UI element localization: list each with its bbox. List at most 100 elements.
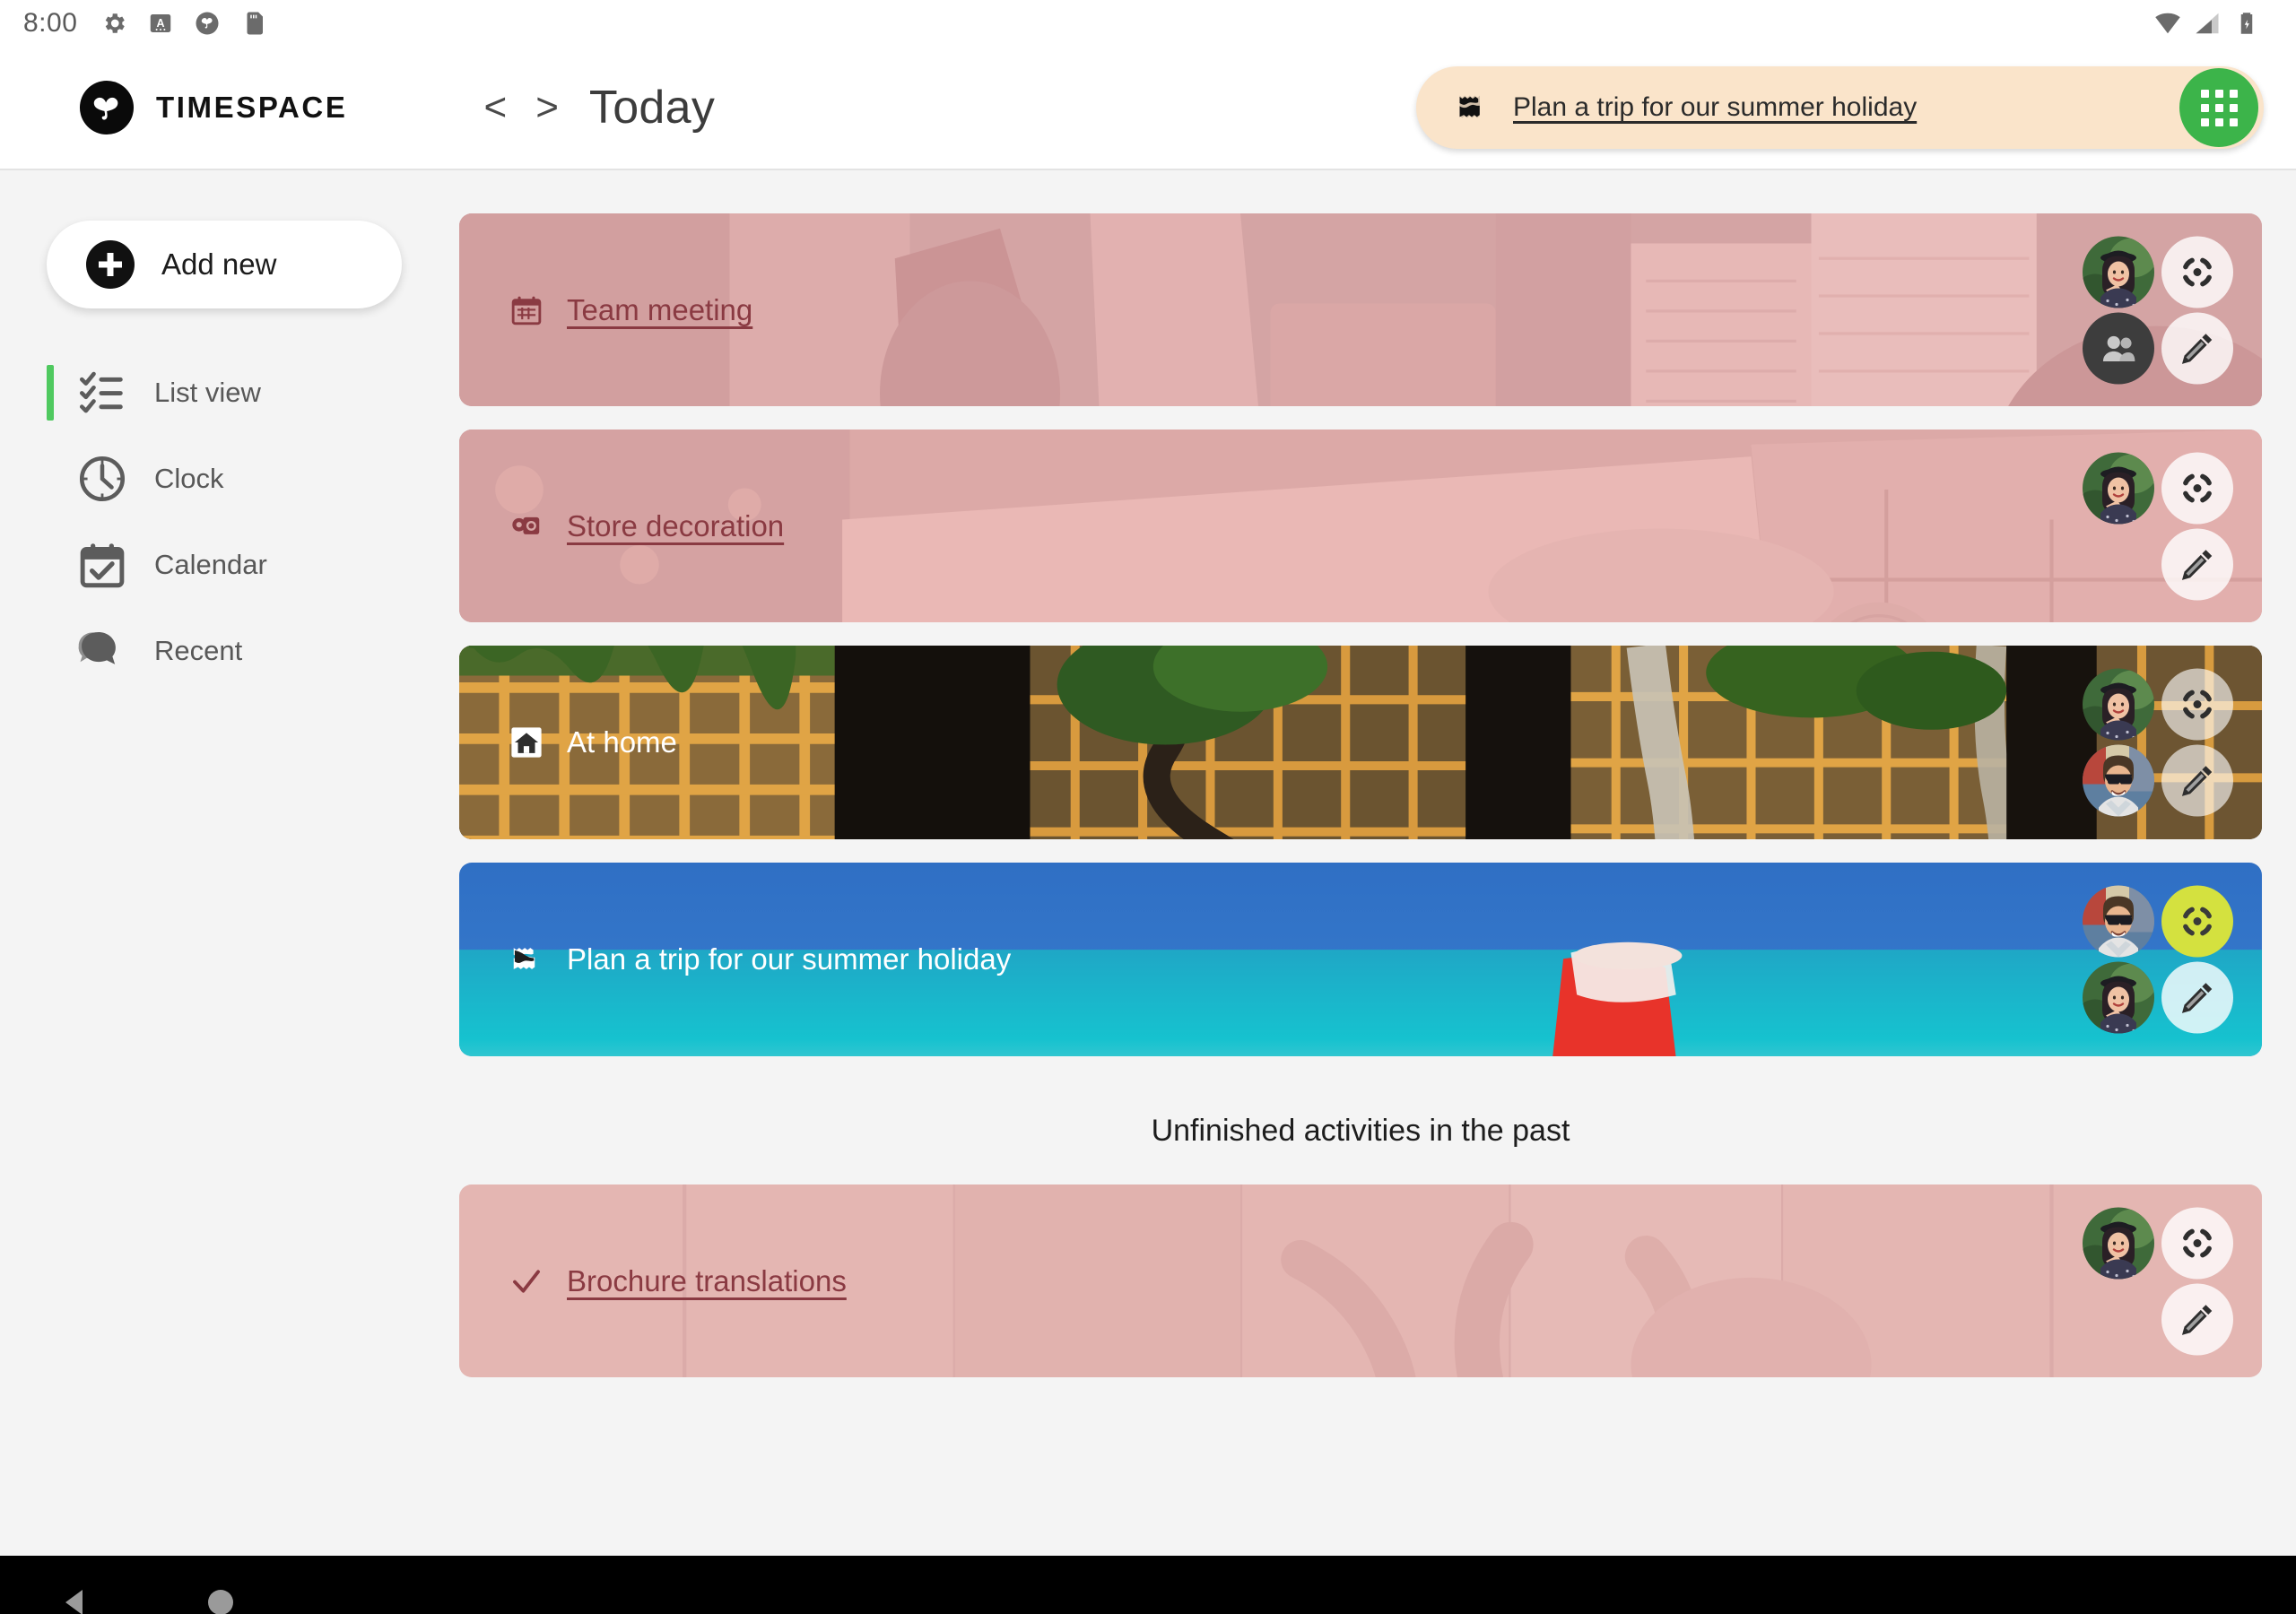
card-actions: [2083, 236, 2233, 384]
target-icon: [2183, 907, 2212, 936]
clock-icon: [79, 456, 126, 502]
focus-target-button-active[interactable]: [2161, 885, 2233, 958]
brand-name: TIMESPACE: [156, 91, 348, 124]
add-new-label: Add new: [161, 247, 277, 281]
text-input-icon: A: [151, 14, 171, 32]
avatar-woman-hat[interactable]: [2083, 236, 2154, 308]
sidebar-item-list-view[interactable]: List view: [47, 350, 459, 436]
activity-card-plan-a-trip[interactable]: Plan a trip for our summer holiday: [459, 863, 2262, 1056]
target-icon: [2183, 690, 2212, 719]
cellular-signal-icon: [2196, 13, 2219, 34]
avatar-image: [2083, 1207, 2154, 1279]
pencil-icon: [2181, 983, 2213, 1013]
card-actions: [2083, 1207, 2233, 1355]
sidebar-item-label: Calendar: [154, 549, 267, 580]
card-title[interactable]: Plan a trip for our summer holiday: [567, 942, 1011, 976]
chat-bubbles-icon: [78, 632, 116, 664]
activity-list: Team meeting Store decoration At home Pl…: [459, 170, 2296, 1556]
add-new-button[interactable]: Add new: [47, 221, 402, 308]
pencil-icon: [2181, 549, 2213, 580]
card-title[interactable]: Team meeting: [567, 293, 752, 327]
home-circle-icon[interactable]: [203, 1584, 239, 1614]
svg-text:A: A: [157, 17, 165, 30]
edit-button[interactable]: [2161, 961, 2233, 1034]
apps-grid-button[interactable]: [2179, 68, 2258, 147]
avatar-woman-hat[interactable]: [2083, 961, 2154, 1034]
edit-button[interactable]: [2161, 312, 2233, 384]
back-triangle-icon[interactable]: [56, 1583, 95, 1614]
card-actions: [2083, 885, 2233, 1034]
status-bar-left: 8:00 A: [23, 8, 267, 39]
activity-card-at-home[interactable]: At home: [459, 646, 2262, 839]
empty-slot: [2083, 528, 2154, 600]
participants-button[interactable]: [2083, 312, 2154, 384]
edit-button[interactable]: [2161, 1283, 2233, 1355]
card-title-group: Team meeting: [509, 293, 752, 327]
card-actions: [2083, 668, 2233, 817]
calendar-icon: [511, 296, 542, 325]
target-icon: [2183, 473, 2212, 502]
active-indicator: [47, 623, 54, 679]
app-header: TIMESPACE < > Today Plan a trip for our …: [0, 47, 2296, 170]
card-title[interactable]: Store decoration: [567, 509, 784, 543]
avatar-image: [2083, 744, 2154, 817]
apps-grid-icon: [2200, 89, 2238, 126]
avatar-man-sunglasses[interactable]: [2083, 744, 2154, 817]
target-icon: [2183, 257, 2212, 286]
activity-card-team-meeting[interactable]: Team meeting: [459, 213, 2262, 406]
status-bar-clock: 8:00: [23, 8, 78, 38]
banner-activity-title[interactable]: Plan a trip for our summer holiday: [1513, 92, 1917, 123]
sidebar-item-label: List view: [154, 377, 261, 408]
card-title[interactable]: Brochure translations: [567, 1264, 847, 1298]
card-title-group: Brochure translations: [509, 1264, 847, 1298]
gear-icon: [106, 13, 126, 33]
card-title-group: Plan a trip for our summer holiday: [509, 942, 1011, 976]
card-title[interactable]: At home: [567, 725, 677, 759]
avatar-image: [2083, 961, 2154, 1034]
avatar-man-sunglasses[interactable]: [2083, 885, 2154, 958]
past-section-title: Unfinished activities in the past: [1151, 1114, 1570, 1148]
timespace-app-icon: [196, 12, 219, 35]
sidebar: Add new List view Clock Calendar Recent: [0, 170, 459, 1556]
calendar-check-icon: [80, 543, 125, 588]
sidebar-item-clock[interactable]: Clock: [47, 436, 459, 522]
focus-target-button[interactable]: [2161, 452, 2233, 524]
timespace-logo-icon: [79, 80, 135, 135]
sidebar-item-calendar[interactable]: Calendar: [47, 522, 459, 608]
sidebar-item-label: Recent: [154, 635, 243, 666]
card-photo-garden-trellis: [459, 646, 2262, 839]
sidebar-item-recent[interactable]: Recent: [47, 608, 459, 694]
activity-card-store-decoration[interactable]: Store decoration: [459, 430, 2262, 622]
home-icon: [511, 727, 542, 758]
avatar-woman-hat[interactable]: [2083, 668, 2154, 741]
avatar-image: [2083, 885, 2154, 958]
pencil-icon: [2181, 1304, 2213, 1335]
prev-day-button[interactable]: <: [469, 88, 521, 127]
brand: TIMESPACE: [79, 80, 347, 135]
active-indicator: [47, 365, 54, 421]
date-navigation: < > Today: [469, 81, 715, 134]
avatar-image: [2083, 452, 2154, 524]
next-day-button[interactable]: >: [521, 88, 573, 127]
current-activity-banner[interactable]: Plan a trip for our summer holiday: [1416, 66, 2264, 149]
edit-button[interactable]: [2161, 528, 2233, 600]
avatar-image: [2083, 668, 2154, 741]
status-bar-right: [2154, 10, 2273, 37]
edit-button[interactable]: [2161, 744, 2233, 817]
avatar-woman-hat[interactable]: [2083, 452, 2154, 524]
sd-card-icon: [247, 12, 264, 35]
wifi-icon: [2155, 13, 2180, 34]
flag-icon: [513, 948, 535, 969]
target-icon: [2183, 1228, 2212, 1257]
focus-target-button[interactable]: [2161, 668, 2233, 741]
active-indicator: [47, 451, 54, 507]
focus-target-button[interactable]: [2161, 1207, 2233, 1279]
activity-card-brochure-translations[interactable]: Brochure translations: [459, 1184, 2262, 1377]
checklist-icon: [79, 371, 123, 413]
pencil-icon: [2181, 333, 2213, 364]
focus-target-button[interactable]: [2161, 236, 2233, 308]
avatar-woman-hat[interactable]: [2083, 1207, 2154, 1279]
group-people-icon: [2102, 335, 2135, 361]
page-title: Today: [588, 82, 716, 134]
sidebar-item-label: Clock: [154, 463, 224, 494]
